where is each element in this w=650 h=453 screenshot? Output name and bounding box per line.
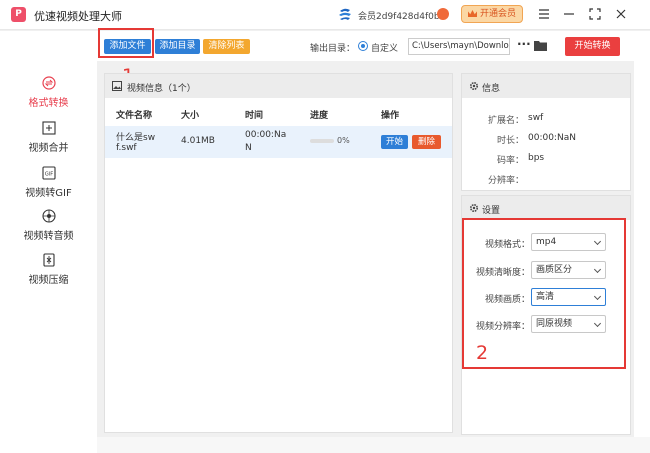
resolution-key: 分辨率： xyxy=(487,176,524,186)
video-clarity-value: 画质区分 xyxy=(536,265,573,275)
bitrate-key: 码率： xyxy=(496,156,524,166)
video-format-select[interactable]: mp4 xyxy=(531,233,606,251)
open-vip-label: 开通会员 xyxy=(479,9,516,19)
menu-icon[interactable] xyxy=(536,6,552,22)
close-icon[interactable] xyxy=(613,6,629,22)
more-icon[interactable]: ··· xyxy=(517,37,531,51)
settings-panel-header: 设置 xyxy=(462,196,630,220)
image-icon xyxy=(112,81,122,91)
format-convert-icon xyxy=(41,76,56,90)
settings-panel: 设置 视频格式： mp4 视频清晰度： 画质区分 视频画质： 高清 视频分辨率：… xyxy=(461,195,631,435)
video-quality-value: 高清 xyxy=(536,292,555,302)
sidebar-item-label: 视频合并 xyxy=(28,143,69,154)
file-time-line2: N xyxy=(245,143,252,153)
add-file-button[interactable]: 添加文件 xyxy=(104,39,151,54)
column-header-size: 大小 xyxy=(181,111,200,121)
member-id[interactable]: 会员2d9f428d4f0b xyxy=(358,9,440,22)
folder-icon[interactable] xyxy=(534,40,547,51)
open-vip-button[interactable]: 开通会员 xyxy=(461,5,523,23)
bottom-margin xyxy=(97,437,650,453)
video-resolution-label: 视频分辨率： xyxy=(475,322,530,332)
info-panel: 信息 扩展名： swf 时长： 00:00:NaN 码率： bps 分辨率： xyxy=(461,73,631,191)
fullscreen-icon[interactable] xyxy=(587,6,603,22)
progress-bar xyxy=(310,139,334,143)
chevron-down-icon xyxy=(593,319,602,328)
info-panel-title: 信息 xyxy=(482,84,501,94)
settings-panel-title: 设置 xyxy=(482,206,501,216)
svg-text:GIF: GIF xyxy=(44,172,52,178)
sidebar-item-label: 视频压缩 xyxy=(28,275,69,286)
app-title: 优速视频处理大师 xyxy=(34,10,122,23)
right-margin xyxy=(634,60,650,453)
sidebar-item-label: 视频转音频 xyxy=(23,231,74,242)
file-time-line1: 00:00:Na xyxy=(245,130,287,140)
column-header-actions: 操作 xyxy=(381,111,400,121)
minimize-icon[interactable] xyxy=(561,6,577,22)
video-quality-select[interactable]: 高清 xyxy=(531,288,606,306)
file-name-line1: 什么是sw xyxy=(116,133,156,143)
video-format-label: 视频格式： xyxy=(484,240,530,250)
audio-icon xyxy=(41,209,56,223)
video-clarity-label: 视频清晰度： xyxy=(475,268,530,278)
extension-key: 扩展名： xyxy=(487,116,524,126)
output-directory-label: 输出目录： xyxy=(310,44,356,54)
output-path-input[interactable]: C:\Users\mayn\Downlo xyxy=(408,38,510,55)
annotation-number-2: 2 xyxy=(476,342,489,364)
gear-icon xyxy=(469,203,479,213)
extension-value: swf xyxy=(528,113,544,123)
video-list-panel: 视频信息（1个） 文件名称 大小 时间 进度 操作 什么是sw f.swf 4.… xyxy=(104,73,453,433)
progress-percent: 0% xyxy=(337,136,350,145)
column-header-time: 时间 xyxy=(245,111,264,121)
video-resolution-select[interactable]: 同原视频 xyxy=(531,315,606,333)
video-list-title: 视频信息（1个） xyxy=(127,84,196,94)
vip-badge-icon xyxy=(437,8,449,20)
chevron-down-icon xyxy=(593,237,602,246)
row-start-button[interactable]: 开始 xyxy=(381,135,408,149)
table-row[interactable]: 什么是sw f.swf 4.01MB 00:00:Na N 0% 开始 删除 xyxy=(105,126,452,158)
duration-value: 00:00:NaN xyxy=(528,133,576,143)
start-convert-button[interactable]: 开始转换 xyxy=(565,37,620,56)
bitrate-value: bps xyxy=(528,153,545,163)
custom-radio[interactable] xyxy=(358,41,368,51)
gear-icon xyxy=(469,81,479,91)
sidebar-item-audio[interactable]: 视频转音频 xyxy=(0,209,97,253)
video-format-value: mp4 xyxy=(536,237,557,247)
sidebar-item-merge[interactable]: 视频合并 xyxy=(0,121,97,165)
toolbar: 添加文件 添加目录 清除列表 输出目录： 自定义 C:\Users\mayn\D… xyxy=(97,31,650,61)
sidebar-item-compress[interactable]: 视频压缩 xyxy=(0,253,97,297)
chevron-down-icon xyxy=(593,265,602,274)
duration-key: 时长： xyxy=(496,136,524,146)
info-panel-header: 信息 xyxy=(462,74,630,98)
app-logo-icon: P xyxy=(11,7,26,22)
gif-icon: GIF xyxy=(41,166,56,180)
merge-icon xyxy=(41,121,56,135)
video-quality-label: 视频画质： xyxy=(484,295,530,305)
video-clarity-select[interactable]: 画质区分 xyxy=(531,261,606,279)
file-name-line2: f.swf xyxy=(116,143,137,153)
crown-icon xyxy=(467,10,477,17)
compress-icon xyxy=(42,253,55,267)
file-size: 4.01MB xyxy=(181,136,215,146)
sidebar-item-format-convert[interactable]: 格式转换 xyxy=(0,76,97,120)
sidebar: 格式转换 视频合并 GIF 视频转GIF 视频转音频 视频压缩 xyxy=(0,31,97,453)
column-header-progress: 进度 xyxy=(310,111,329,121)
sidebar-item-gif[interactable]: GIF 视频转GIF xyxy=(0,166,97,210)
video-resolution-value: 同原视频 xyxy=(536,319,573,329)
row-delete-button[interactable]: 删除 xyxy=(412,135,441,149)
chevron-down-icon xyxy=(593,292,602,301)
column-header-name: 文件名称 xyxy=(116,111,153,121)
title-bar: P 优速视频处理大师 会员2d9f428d4f0b 开通会员 xyxy=(0,0,650,30)
custom-radio-label[interactable]: 自定义 xyxy=(371,41,398,54)
clear-list-button[interactable]: 清除列表 xyxy=(203,39,250,54)
add-directory-button[interactable]: 添加目录 xyxy=(155,39,200,54)
member-logo-icon xyxy=(339,8,351,20)
sidebar-item-label: 视频转GIF xyxy=(25,188,72,199)
video-list-header: 视频信息（1个） xyxy=(105,74,452,98)
sidebar-item-label: 格式转换 xyxy=(28,98,69,109)
